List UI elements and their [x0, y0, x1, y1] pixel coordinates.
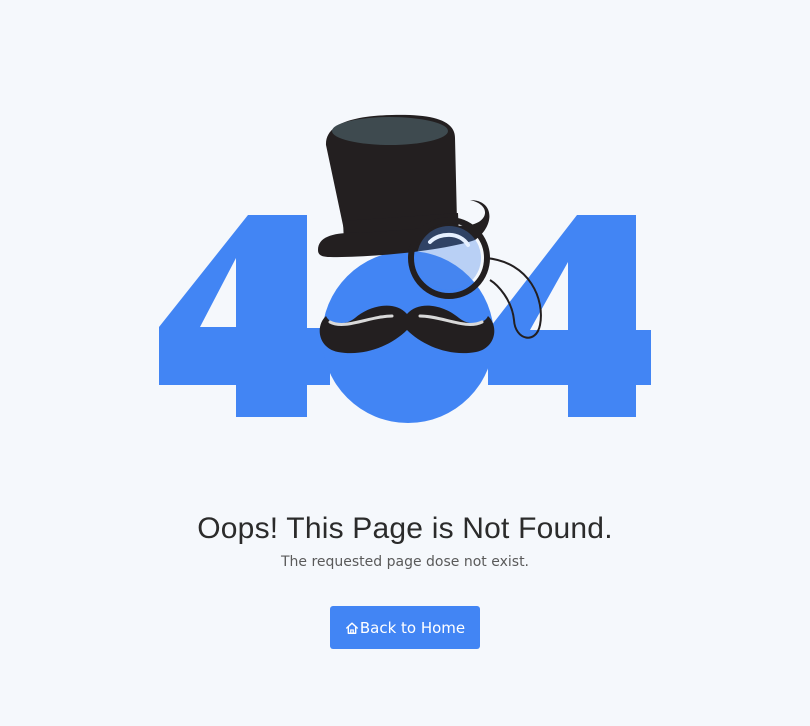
digit-four-left	[159, 215, 330, 417]
404-illustration	[159, 114, 651, 423]
back-to-home-label: Back to Home	[359, 618, 466, 637]
home-icon	[345, 621, 359, 635]
error-message: The requested page dose not exist.	[280, 554, 530, 570]
page-title: Oops! This Page is Not Found.	[197, 512, 613, 545]
back-to-home-button[interactable]: Back to Home	[330, 606, 480, 649]
not-found-page: Oops! This Page is Not Found. The reques…	[0, 0, 810, 726]
